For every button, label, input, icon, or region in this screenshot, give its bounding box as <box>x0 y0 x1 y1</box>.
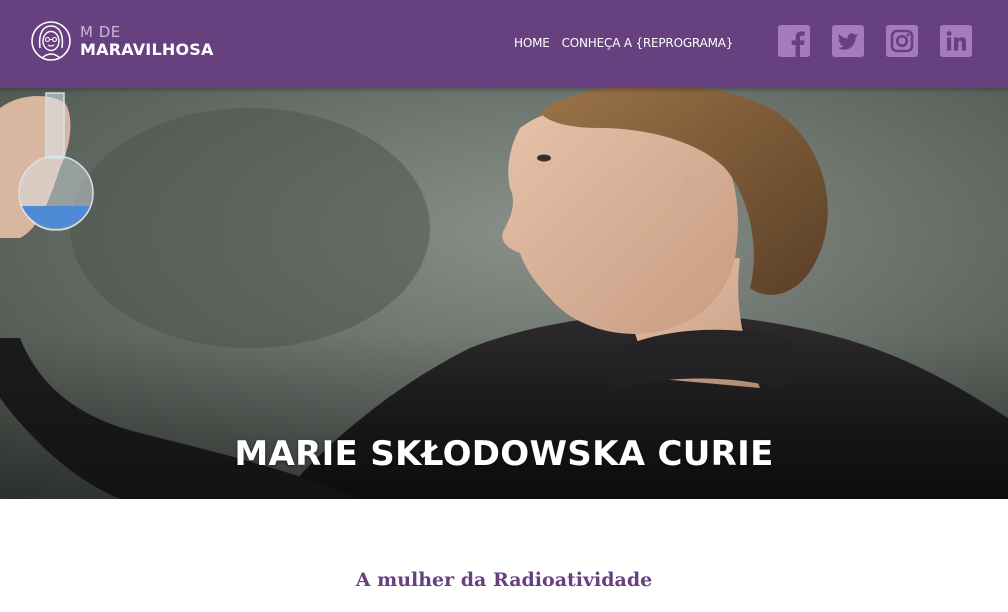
instagram-link[interactable] <box>886 25 918 57</box>
linkedin-icon <box>946 31 966 51</box>
main-nav: HOME CONHEÇA A {REPROGRAMA} <box>514 36 733 50</box>
brand-logo[interactable]: M DE MARAVILHOSA <box>30 18 214 64</box>
brand-line1: M DE <box>80 22 121 41</box>
instagram-icon <box>890 29 914 53</box>
hero-banner: MARIE SKŁODOWSKA CURIE <box>0 88 1008 499</box>
brand-name: M DE MARAVILHOSA <box>80 22 214 59</box>
linkedin-link[interactable] <box>940 25 972 57</box>
page-subtitle: A mulher da Radioatividade <box>355 569 653 591</box>
twitter-icon <box>837 33 858 50</box>
hero-title: MARIE SKŁODOWSKA CURIE <box>234 434 774 474</box>
nav-reprograma-link[interactable]: CONHEÇA A {REPROGRAMA} <box>562 36 734 50</box>
site-header: M DE MARAVILHOSA HOME CONHEÇA A {REPROGR… <box>0 0 1008 88</box>
brand-line2: MARAVILHOSA <box>80 39 214 59</box>
social-links <box>778 25 972 57</box>
facebook-link[interactable] <box>778 25 810 57</box>
twitter-link[interactable] <box>832 25 864 57</box>
main-content: A mulher da Radioatividade <box>0 499 1008 612</box>
facebook-icon <box>791 31 805 57</box>
nav-home-link[interactable]: HOME <box>514 36 550 50</box>
woman-face-logo-icon <box>31 21 71 61</box>
